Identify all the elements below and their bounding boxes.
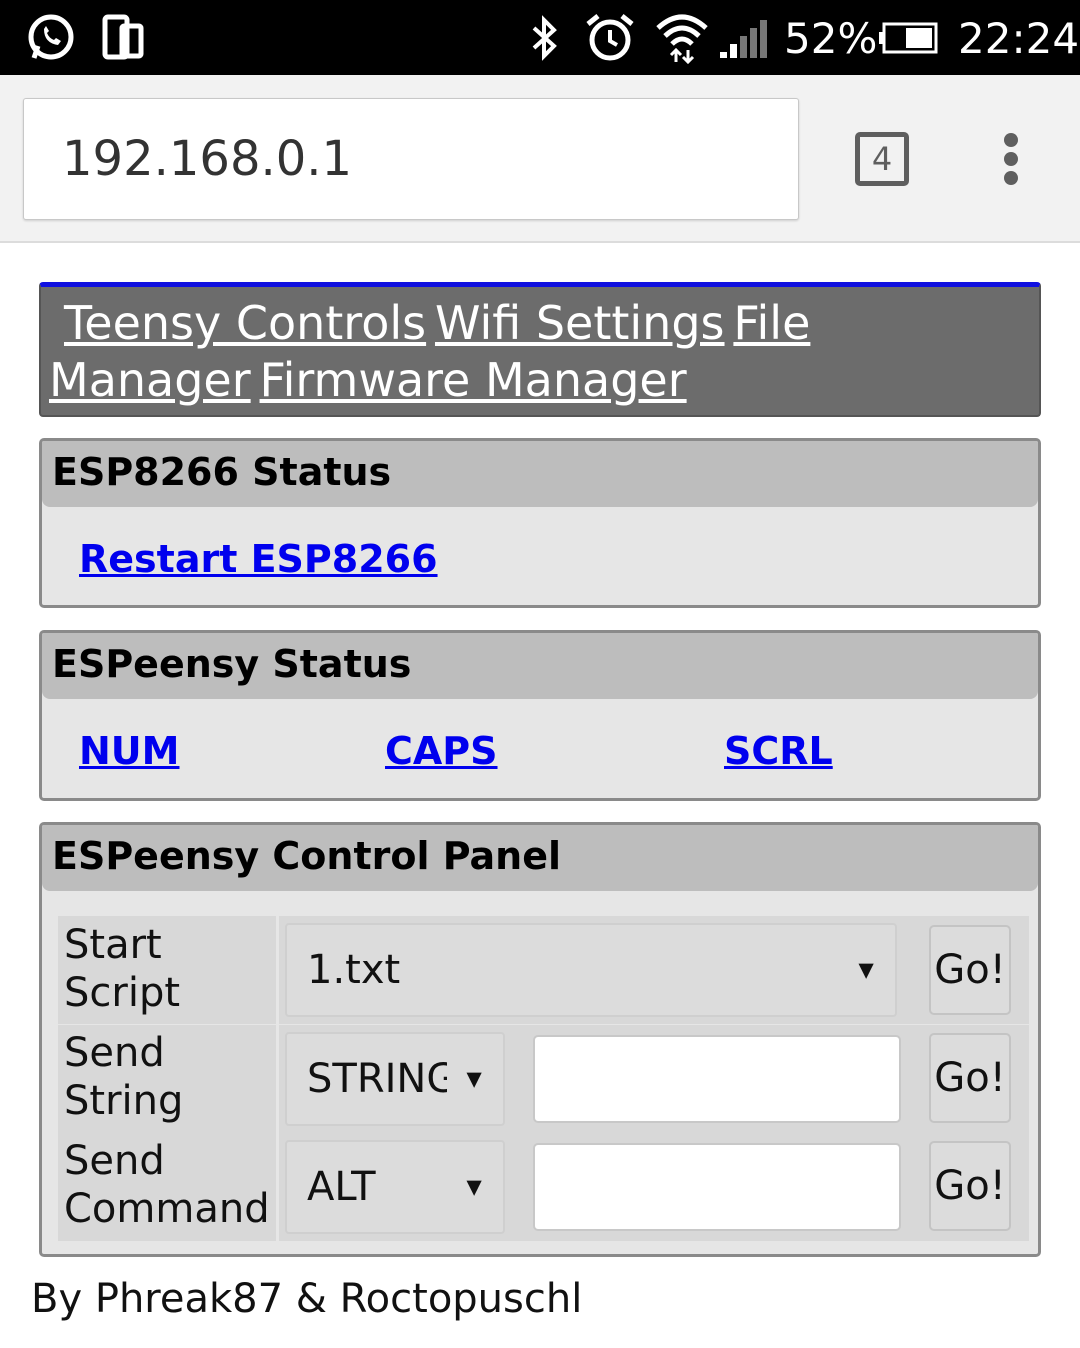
caps-lock-link[interactable]: CAPS — [385, 729, 498, 773]
esp8266-status-panel: ESP8266 Status Restart ESP8266 — [39, 438, 1041, 608]
scroll-lock-link[interactable]: SCRL — [724, 729, 833, 773]
nav-teensy-controls[interactable]: Teensy Controls — [64, 296, 426, 350]
send-string-input[interactable] — [533, 1035, 901, 1123]
command-select[interactable]: ALT ▼ — [285, 1140, 505, 1234]
start-script-label: Start Script — [64, 922, 181, 1016]
panel-header: ESPeensy Status — [42, 633, 1038, 699]
dropdown-arrow-icon: ▼ — [461, 1171, 487, 1202]
overflow-menu-icon[interactable] — [996, 133, 1026, 185]
top-nav: Teensy Controls Wifi Settings File Manag… — [39, 282, 1041, 417]
send-string-label: Send String — [64, 1030, 184, 1124]
restart-esp-link[interactable]: Restart ESP8266 — [79, 537, 438, 581]
wifi-icon — [656, 14, 708, 64]
script-select-value: 1.txt — [307, 947, 401, 993]
panel-header: ESPeensy Control Panel — [42, 825, 1038, 891]
signal-icon — [720, 20, 767, 58]
screen-mirror-icon — [102, 14, 144, 60]
send-command-input[interactable] — [533, 1143, 901, 1231]
control-panel: ESPeensy Control Panel Start Script 1.tx… — [39, 822, 1041, 1257]
send-string-go-button[interactable]: Go! — [929, 1033, 1011, 1123]
dropdown-arrow-icon: ▼ — [853, 954, 879, 985]
panel-header: ESP8266 Status — [42, 441, 1038, 507]
bluetooth-icon — [532, 15, 557, 61]
battery-icon — [879, 22, 938, 54]
status-bar: 52% 22:24 — [0, 0, 1080, 75]
url-bar[interactable]: 192.168.0.1 — [23, 98, 799, 220]
tab-switcher-button[interactable]: 4 — [855, 132, 909, 186]
battery-percent: 52% — [784, 14, 878, 63]
clock: 22:24 — [958, 14, 1080, 63]
browser-toolbar: 192.168.0.1 4 — [0, 75, 1080, 243]
dropdown-arrow-icon: ▼ — [461, 1063, 487, 1094]
panel-title: ESPeensy Status — [52, 642, 412, 686]
send-command-label: Send Command — [64, 1138, 270, 1232]
whatsapp-icon — [28, 14, 74, 60]
nav-file-manager-part1[interactable]: File — [733, 296, 810, 350]
script-select[interactable]: 1.txt ▼ — [285, 923, 897, 1017]
alarm-icon — [586, 14, 634, 61]
espeensy-status-panel: ESPeensy Status NUM CAPS SCRL — [39, 630, 1041, 801]
panel-title: ESPeensy Control Panel — [52, 834, 562, 878]
nav-wifi-settings[interactable]: Wifi Settings — [435, 296, 725, 350]
num-lock-link[interactable]: NUM — [79, 729, 179, 773]
url-text: 192.168.0.1 — [62, 131, 353, 187]
footer-credits: By Phreak87 & Roctopuschl — [31, 1276, 583, 1322]
command-select-value: ALT — [307, 1164, 376, 1210]
nav-file-manager-part2[interactable]: Manager — [49, 353, 251, 407]
panel-title: ESP8266 Status — [52, 450, 392, 494]
send-command-go-button[interactable]: Go! — [929, 1141, 1011, 1231]
start-script-go-button[interactable]: Go! — [929, 925, 1011, 1015]
nav-firmware-manager[interactable]: Firmware Manager — [260, 353, 687, 407]
string-type-select[interactable]: STRING ▼ — [285, 1032, 505, 1126]
string-type-value: STRING — [307, 1056, 447, 1102]
